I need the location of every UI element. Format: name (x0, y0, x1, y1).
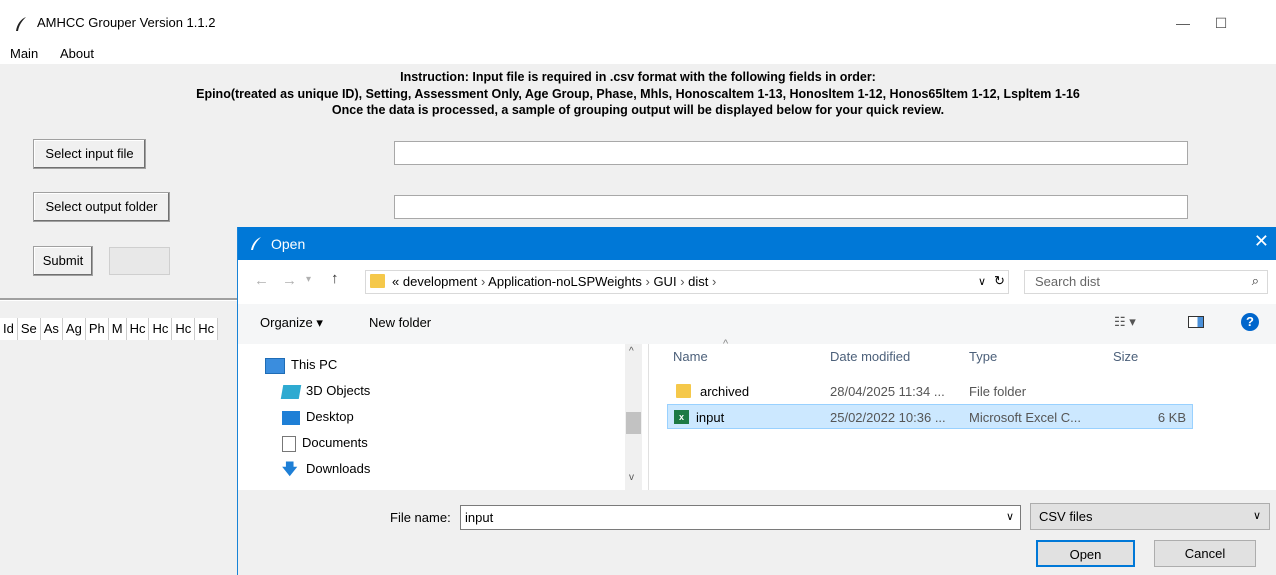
minimize-button[interactable]: — (1168, 10, 1198, 36)
help-icon[interactable]: ? (1241, 313, 1259, 331)
scroll-down-icon[interactable]: v (629, 472, 634, 483)
file-row-archived[interactable]: archived 28/04/2025 11:34 ... File folde… (667, 379, 1193, 404)
select-output-folder-button[interactable]: Select output folder (33, 192, 170, 222)
nav-item-this-pc[interactable]: This PC (265, 352, 337, 378)
breadcrumb[interactable]: « development › Application-noLSPWeights… (365, 270, 1009, 294)
column-size[interactable]: Size (1113, 349, 1138, 364)
output-table-header: Id Se As Ag Ph M Hc Hc Hc Hc (0, 318, 219, 340)
new-folder-button[interactable]: New folder (369, 315, 431, 330)
command-bar: Organize ▾ New folder ☷ ▾ ? (238, 304, 1276, 344)
column-name[interactable]: Name (673, 349, 708, 364)
instruction-text: Instruction: Input file is required in .… (0, 69, 1276, 119)
file-list: ^ Name Date modified Type Size archived … (648, 338, 1276, 490)
column-header[interactable]: Hc (172, 318, 196, 340)
column-type[interactable]: Type (969, 349, 997, 364)
cancel-button[interactable]: Cancel (1154, 540, 1256, 567)
column-header[interactable]: Hc (126, 318, 150, 340)
nav-item-documents[interactable]: Documents (282, 430, 368, 456)
documents-icon (282, 435, 296, 452)
navigation-pane: This PC 3D Objects Desktop Documents 🡇 Do… (238, 344, 648, 490)
recent-dropdown-icon[interactable]: ▾ (306, 274, 311, 285)
dialog-titlebar: Open ✕ (238, 227, 1276, 260)
input-file-path-field[interactable] (394, 141, 1188, 165)
column-date-modified[interactable]: Date modified (830, 349, 910, 364)
submit-button[interactable]: Submit (33, 246, 93, 276)
file-name-input[interactable]: input (465, 510, 493, 525)
column-header[interactable]: Hc (149, 318, 173, 340)
nav-item-desktop[interactable]: Desktop (282, 404, 354, 430)
select-input-file-button[interactable]: Select input file (33, 139, 146, 169)
feather-icon (251, 237, 261, 250)
downloads-icon: 🡇 (282, 460, 298, 478)
desktop-icon (282, 410, 300, 425)
address-bar: ← → ▾ ↑ « development › Application-noLS… (238, 260, 1276, 304)
window-title: AMHCC Grouper Version 1.1.2 (37, 15, 216, 30)
file-name-label: File name: (390, 510, 451, 525)
output-folder-path-field[interactable] (394, 195, 1188, 219)
preview-pane-icon[interactable] (1188, 316, 1204, 328)
chevron-down-icon[interactable]: ∨ (1006, 510, 1014, 523)
instruction-line-3: Once the data is processed, a sample of … (331, 103, 945, 117)
search-input[interactable]: Search dist (1035, 274, 1100, 289)
column-header[interactable]: Ph (85, 318, 109, 340)
menu-main[interactable]: Main (10, 46, 38, 61)
folder-icon (676, 384, 691, 398)
column-header[interactable]: Ag (62, 318, 86, 340)
address-dropdown-icon[interactable]: ∨ (978, 275, 986, 288)
dialog-title: Open (271, 236, 306, 252)
up-arrow-icon[interactable]: ↑ (331, 270, 339, 287)
nav-scrollbar[interactable]: ^ v (625, 344, 642, 490)
breadcrumb-item[interactable]: Application-noLSPWeights (488, 274, 642, 289)
menu-bar: Main About (0, 44, 1276, 64)
breadcrumb-overflow[interactable]: « (392, 274, 399, 289)
organize-button[interactable]: Organize ▾ (260, 315, 323, 331)
scroll-up-icon[interactable]: ^ (629, 346, 634, 357)
column-header[interactable]: Hc (195, 318, 219, 340)
column-header[interactable]: Id (0, 318, 18, 340)
open-file-dialog: Open ✕ ← → ▾ ↑ « development › Applicati… (237, 227, 1276, 575)
sort-ascending-icon: ^ (723, 338, 729, 350)
chevron-down-icon[interactable]: ∨ (1253, 509, 1261, 522)
file-type-value: CSV files (1039, 509, 1093, 524)
dialog-footer: File name: input ∨ CSV files ∨ Open Canc… (238, 490, 1276, 575)
refresh-icon[interactable]: ↻ (994, 273, 1005, 289)
excel-csv-icon: x (674, 410, 689, 424)
progress-bar (109, 247, 170, 275)
forward-arrow-icon[interactable]: → (282, 272, 297, 289)
column-header[interactable]: As (40, 318, 63, 340)
3d-objects-icon (280, 384, 302, 399)
breadcrumb-item[interactable]: dist (688, 274, 708, 289)
file-type-select[interactable]: CSV files ∨ (1030, 503, 1270, 530)
search-box[interactable]: Search dist ⌕ (1024, 270, 1268, 294)
breadcrumb-item[interactable]: GUI (653, 274, 676, 289)
breadcrumb-item[interactable]: development (403, 274, 477, 289)
feather-icon (16, 17, 26, 31)
separator (0, 298, 240, 301)
maximize-button[interactable]: ☐ (1206, 10, 1236, 36)
menu-about[interactable]: About (60, 46, 94, 61)
column-header[interactable]: M (108, 318, 127, 340)
view-options-icon[interactable]: ☷ ▾ (1114, 314, 1136, 330)
instruction-line-1: Instruction: Input file is required in .… (400, 70, 876, 84)
window-titlebar: AMHCC Grouper Version 1.1.2 — ☐ (0, 0, 1276, 46)
open-button[interactable]: Open (1036, 540, 1135, 567)
computer-icon (265, 357, 285, 374)
back-arrow-icon[interactable]: ← (254, 272, 269, 289)
folder-icon (370, 274, 385, 288)
file-row-input[interactable]: x input 25/02/2022 10:36 ... Microsoft E… (667, 404, 1193, 429)
search-icon: ⌕ (1251, 273, 1259, 288)
file-name-combobox[interactable]: input ∨ (460, 505, 1021, 530)
instruction-line-2: Epino(treated as unique ID), Setting, As… (196, 86, 1080, 101)
column-header[interactable]: Se (17, 318, 41, 340)
nav-item-3d-objects[interactable]: 3D Objects (280, 378, 370, 404)
scrollbar-thumb[interactable] (626, 412, 641, 434)
nav-item-downloads[interactable]: 🡇 Downloads (282, 456, 370, 482)
close-icon[interactable]: ✕ (1254, 231, 1269, 252)
